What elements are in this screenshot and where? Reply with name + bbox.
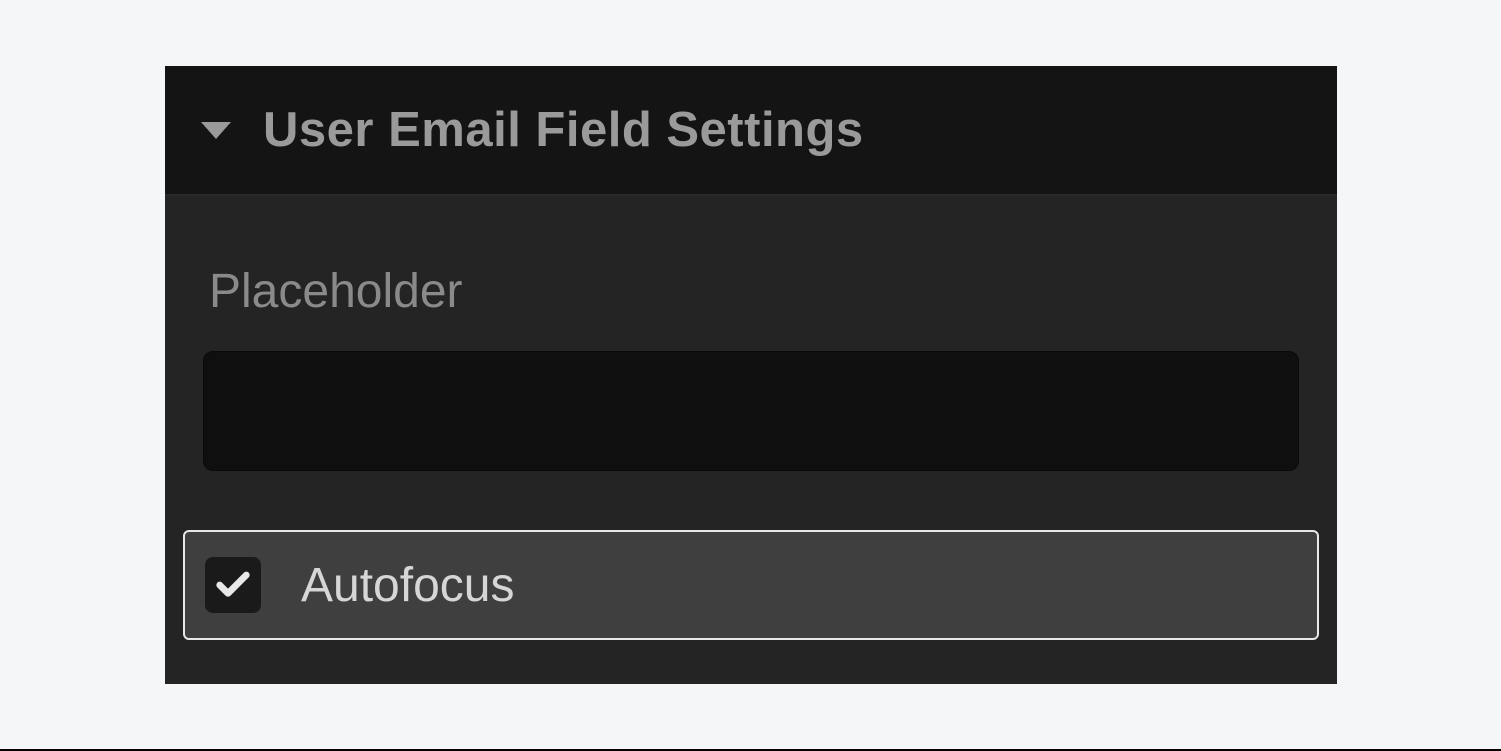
placeholder-label: Placeholder [203, 264, 1299, 319]
autofocus-checkbox[interactable] [205, 557, 261, 613]
settings-panel: User Email Field Settings Placeholder Au… [165, 66, 1337, 684]
chevron-down-icon [201, 122, 231, 139]
panel-body: Placeholder Autofocus [165, 196, 1337, 684]
panel-header[interactable]: User Email Field Settings [165, 66, 1337, 196]
panel-title: User Email Field Settings [263, 102, 864, 158]
autofocus-label: Autofocus [301, 558, 514, 613]
check-icon [213, 565, 253, 605]
autofocus-row[interactable]: Autofocus [183, 530, 1319, 640]
placeholder-input[interactable] [203, 351, 1299, 471]
